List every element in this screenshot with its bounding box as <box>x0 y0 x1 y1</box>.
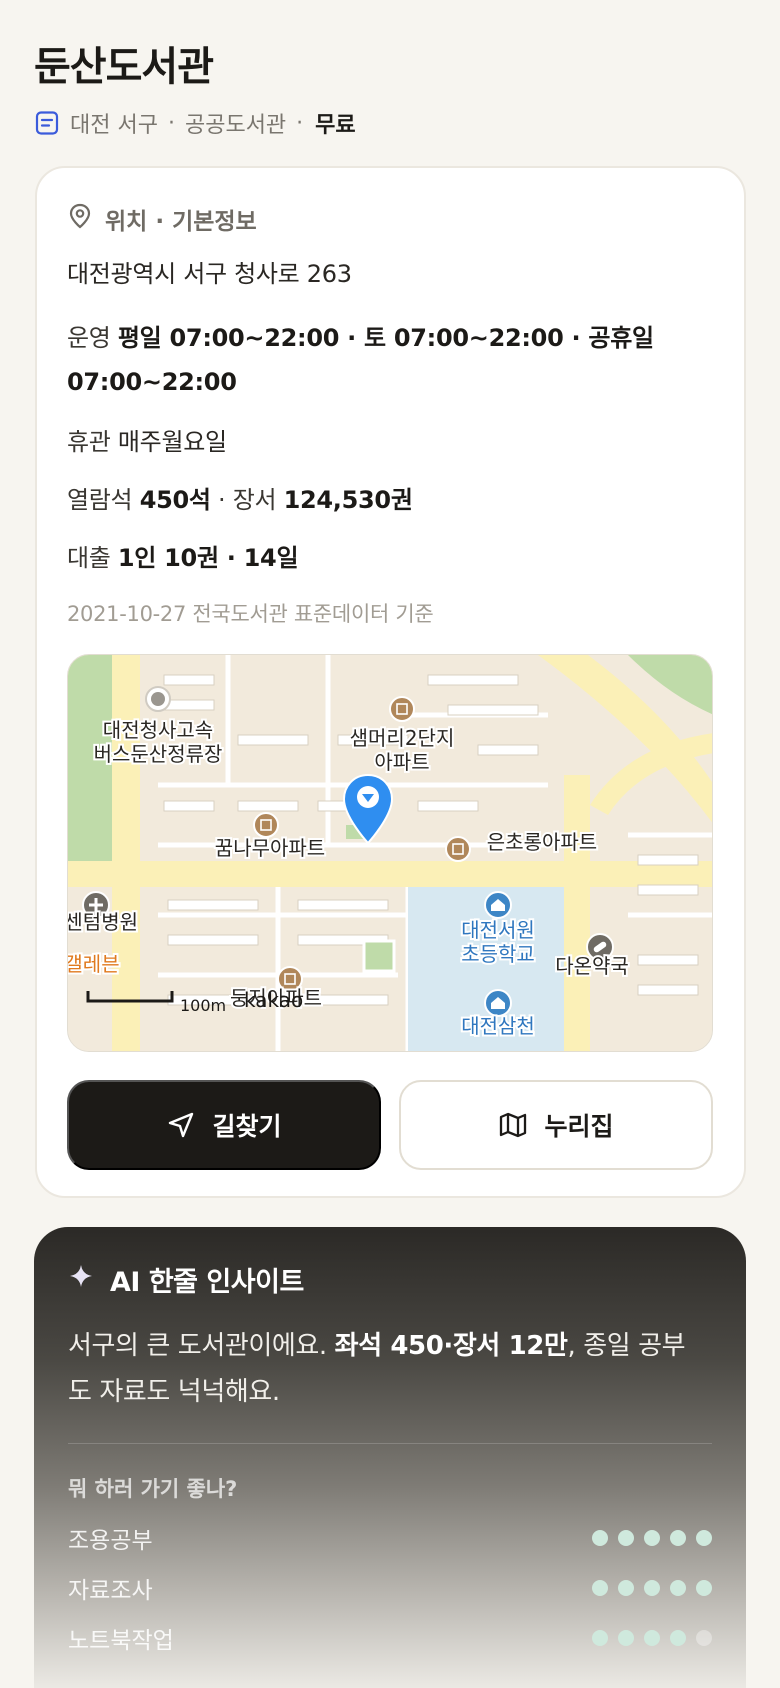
apartment-icon <box>445 836 471 862</box>
school-icon <box>484 989 512 1017</box>
website-button-label: 누리집 <box>544 1113 614 1141</box>
rating-dot-filled <box>592 1630 608 1646</box>
location-map[interactable]: 대전청사고속 버스둔산정류장 샘머리2단지 아파트 꿈나무아파트 은초롱아파트 … <box>67 654 713 1052</box>
map-label-pharmacy: 다온약국 <box>555 954 629 978</box>
rating-dot-filled <box>696 1530 712 1546</box>
sparkle-icon <box>68 1263 94 1296</box>
route-button-label: 길찾기 <box>212 1113 282 1141</box>
map-road <box>112 655 140 1051</box>
rating-dot-filled <box>592 1580 608 1596</box>
ai-text-part: 서구의 큰 도서관이에요. <box>68 1331 335 1361</box>
rating-dot-filled <box>670 1530 686 1546</box>
info-card: 위치 · 기본정보 대전광역시 서구 청사로 263 운영 평일 07:00~2… <box>35 166 746 1198</box>
ai-insight-text: 서구의 큰 도서관이에요. 좌석 450·장서 12만, 종일 공부도 자료도 … <box>68 1323 708 1415</box>
purpose-rating-row: 조용공부 <box>68 1521 712 1555</box>
purpose-label: 조용공부 <box>68 1528 153 1554</box>
ai-insight-header: AI 한줄 인사이트 <box>68 1259 304 1299</box>
rating-dots <box>592 1630 712 1646</box>
apartment-icon <box>253 812 279 838</box>
hours-label: 운영 <box>67 324 111 352</box>
route-button[interactable]: 길찾기 <box>67 1080 381 1170</box>
hours-value: 평일 07:00~22:00 · 토 07:00~22:00 · 공휴일 07:… <box>67 324 654 396</box>
meta-separator: · <box>296 110 304 136</box>
rating-dot-filled <box>670 1630 686 1646</box>
map-label-apartment: 꿈나무아파트 <box>215 836 325 860</box>
meta-separator: · <box>167 110 175 136</box>
location-pin-icon <box>67 202 93 236</box>
rating-dot-filled <box>644 1580 660 1596</box>
loan-value: 1인 10권 · 14일 <box>117 544 299 572</box>
fee-badge: 무료 <box>315 113 356 138</box>
opening-hours: 운영 평일 07:00~22:00 · 토 07:00~22:00 · 공휴일 … <box>67 316 707 404</box>
map-label-bus-stop: 대전청사고속 <box>103 718 213 742</box>
bus-stop-icon <box>145 686 171 712</box>
rating-dot-filled <box>644 1630 660 1646</box>
map-label-apartment: 은초롱아파트 <box>487 830 597 854</box>
map-label-apartment: 아파트 <box>374 750 429 774</box>
map-label-school: 대전서원 <box>461 918 535 942</box>
library-meta: 대전 서구 · 공공도서관 · 무료 <box>34 106 356 140</box>
books-label: 장서 <box>232 486 277 514</box>
rating-dot-filled <box>696 1580 712 1596</box>
map-road <box>564 775 590 1051</box>
map-label-school: 대전삼천 <box>461 1014 535 1038</box>
library-type-text: 공공도서관 <box>184 113 287 138</box>
purpose-rating-row: 노트북작업 <box>68 1621 712 1655</box>
library-detail-page: 둔산도서관 대전 서구 · 공공도서관 · 무료 위치 · 기본정보 대전광역시… <box>0 0 780 1688</box>
page-title: 둔산도서관 <box>34 44 214 90</box>
divider <box>68 1443 712 1444</box>
rating-dot-filled <box>644 1530 660 1546</box>
map-label-shop: 갤레븐 <box>68 952 120 976</box>
ai-insight-card: AI 한줄 인사이트 서구의 큰 도서관이에요. 좌석 450·장서 12만, … <box>34 1227 746 1688</box>
map-scale-text: 100m <box>180 996 226 1015</box>
books-value: 124,530권 <box>283 486 413 514</box>
region-text: 대전 서구 <box>70 113 158 138</box>
loan-policy: 대출 1인 10권 · 14일 <box>67 538 299 573</box>
map-field <box>362 939 396 973</box>
closed-label: 휴관 <box>67 428 111 456</box>
map-label-apartment: 샘머리2단지 <box>350 726 455 750</box>
rating-dots <box>592 1580 712 1596</box>
map-label-hospital: 선센텀병원 <box>68 910 138 934</box>
purpose-question: 뭐 하러 가기 좋나? <box>68 1477 238 1501</box>
purpose-label: 자료조사 <box>68 1578 153 1604</box>
map-icon <box>498 1110 528 1140</box>
purpose-label: 노트북작업 <box>68 1628 174 1654</box>
kakao-logo: kakao <box>244 988 303 1012</box>
address-text: 대전광역시 서구 청사로 263 <box>67 260 352 288</box>
website-button[interactable]: 누리집 <box>399 1080 713 1170</box>
map-label-bus-stop: 버스둔산정류장 <box>94 742 223 766</box>
navigation-arrow-icon <box>166 1110 196 1140</box>
rating-dot-filled <box>592 1530 608 1546</box>
loan-label: 대출 <box>67 544 111 572</box>
school-icon <box>484 891 512 919</box>
info-section-title: 위치 · 기본정보 <box>105 209 257 235</box>
data-source-date: 2021-10-27 전국도서관 표준데이터 기준 <box>67 602 434 626</box>
rating-dot-filled <box>670 1580 686 1596</box>
ai-text-highlight: 좌석 450·장서 12만 <box>334 1331 568 1361</box>
rating-dot-filled <box>618 1530 634 1546</box>
info-section-header: 위치 · 기본정보 <box>67 202 257 236</box>
document-icon <box>34 110 60 136</box>
rating-dots <box>592 1530 712 1546</box>
seats-value: 450석 <box>139 486 211 514</box>
closed-value: 매주월요일 <box>117 428 227 456</box>
rating-dot-filled <box>618 1580 634 1596</box>
rating-dot-empty <box>696 1630 712 1646</box>
closed-days: 휴관 매주월요일 <box>67 422 227 457</box>
map-canvas[interactable]: 대전청사고속 버스둔산정류장 샘머리2단지 아파트 꿈나무아파트 은초롱아파트 … <box>68 655 713 1052</box>
rating-dot-filled <box>618 1630 634 1646</box>
seats-label: 열람석 <box>67 486 133 514</box>
map-road <box>68 861 712 887</box>
map-label-school: 초등학교 <box>461 942 535 966</box>
apartment-icon <box>389 696 415 722</box>
purpose-rating-row: 자료조사 <box>68 1571 712 1605</box>
ai-insight-title: AI 한줄 인사이트 <box>110 1266 304 1298</box>
books-separator: · <box>218 486 226 514</box>
seats-books: 열람석 450석 · 장서 124,530권 <box>67 480 413 515</box>
